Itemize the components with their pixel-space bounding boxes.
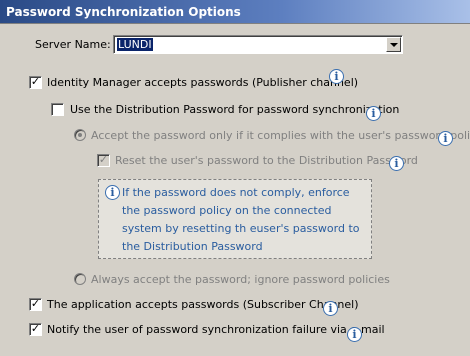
policy-note-text: If the password does not comply, enforce…	[122, 186, 360, 253]
notify-user-label: Notify the user of password synchronizat…	[47, 323, 385, 336]
server-name-label: Server Name:	[35, 38, 111, 51]
idm-accepts-checkbox[interactable]: ✓	[29, 76, 42, 89]
reset-password-checkbox[interactable]: ✓	[97, 154, 110, 167]
accept-only-complies-radio[interactable]	[74, 129, 86, 141]
use-distribution-label: Use the Distribution Password for passwo…	[70, 103, 400, 116]
reset-password-label: Reset the user's password to the Distrib…	[115, 154, 418, 167]
dropdown-button[interactable]	[386, 37, 401, 52]
notify-user-checkbox[interactable]: ✓	[29, 323, 42, 336]
info-icon[interactable]: i	[323, 301, 338, 316]
idm-accepts-label: Identity Manager accepts passwords (Publ…	[47, 76, 359, 89]
accept-only-complies-label: Accept the password only if it complies …	[91, 129, 470, 142]
info-icon[interactable]: i	[438, 131, 453, 146]
always-accept-label: Always accept the password; ignore passw…	[91, 273, 390, 286]
info-icon[interactable]: i	[329, 69, 344, 84]
app-accepts-label: The application accepts passwords (Subsc…	[47, 298, 359, 311]
server-name-value: LUNDI	[117, 38, 153, 51]
policy-note: i If the password does not comply, enfor…	[98, 179, 372, 259]
chevron-down-icon	[389, 42, 398, 47]
always-accept-radio[interactable]	[74, 273, 86, 285]
info-icon[interactable]: i	[347, 327, 362, 342]
use-distribution-checkbox[interactable]	[51, 103, 64, 116]
info-icon[interactable]: i	[366, 106, 381, 121]
window-title: Password Synchronization Options	[0, 0, 470, 24]
info-icon[interactable]: i	[389, 156, 404, 171]
server-name-select[interactable]: LUNDI	[113, 35, 403, 54]
app-accepts-checkbox[interactable]: ✓	[29, 298, 42, 311]
info-icon: i	[105, 185, 120, 200]
